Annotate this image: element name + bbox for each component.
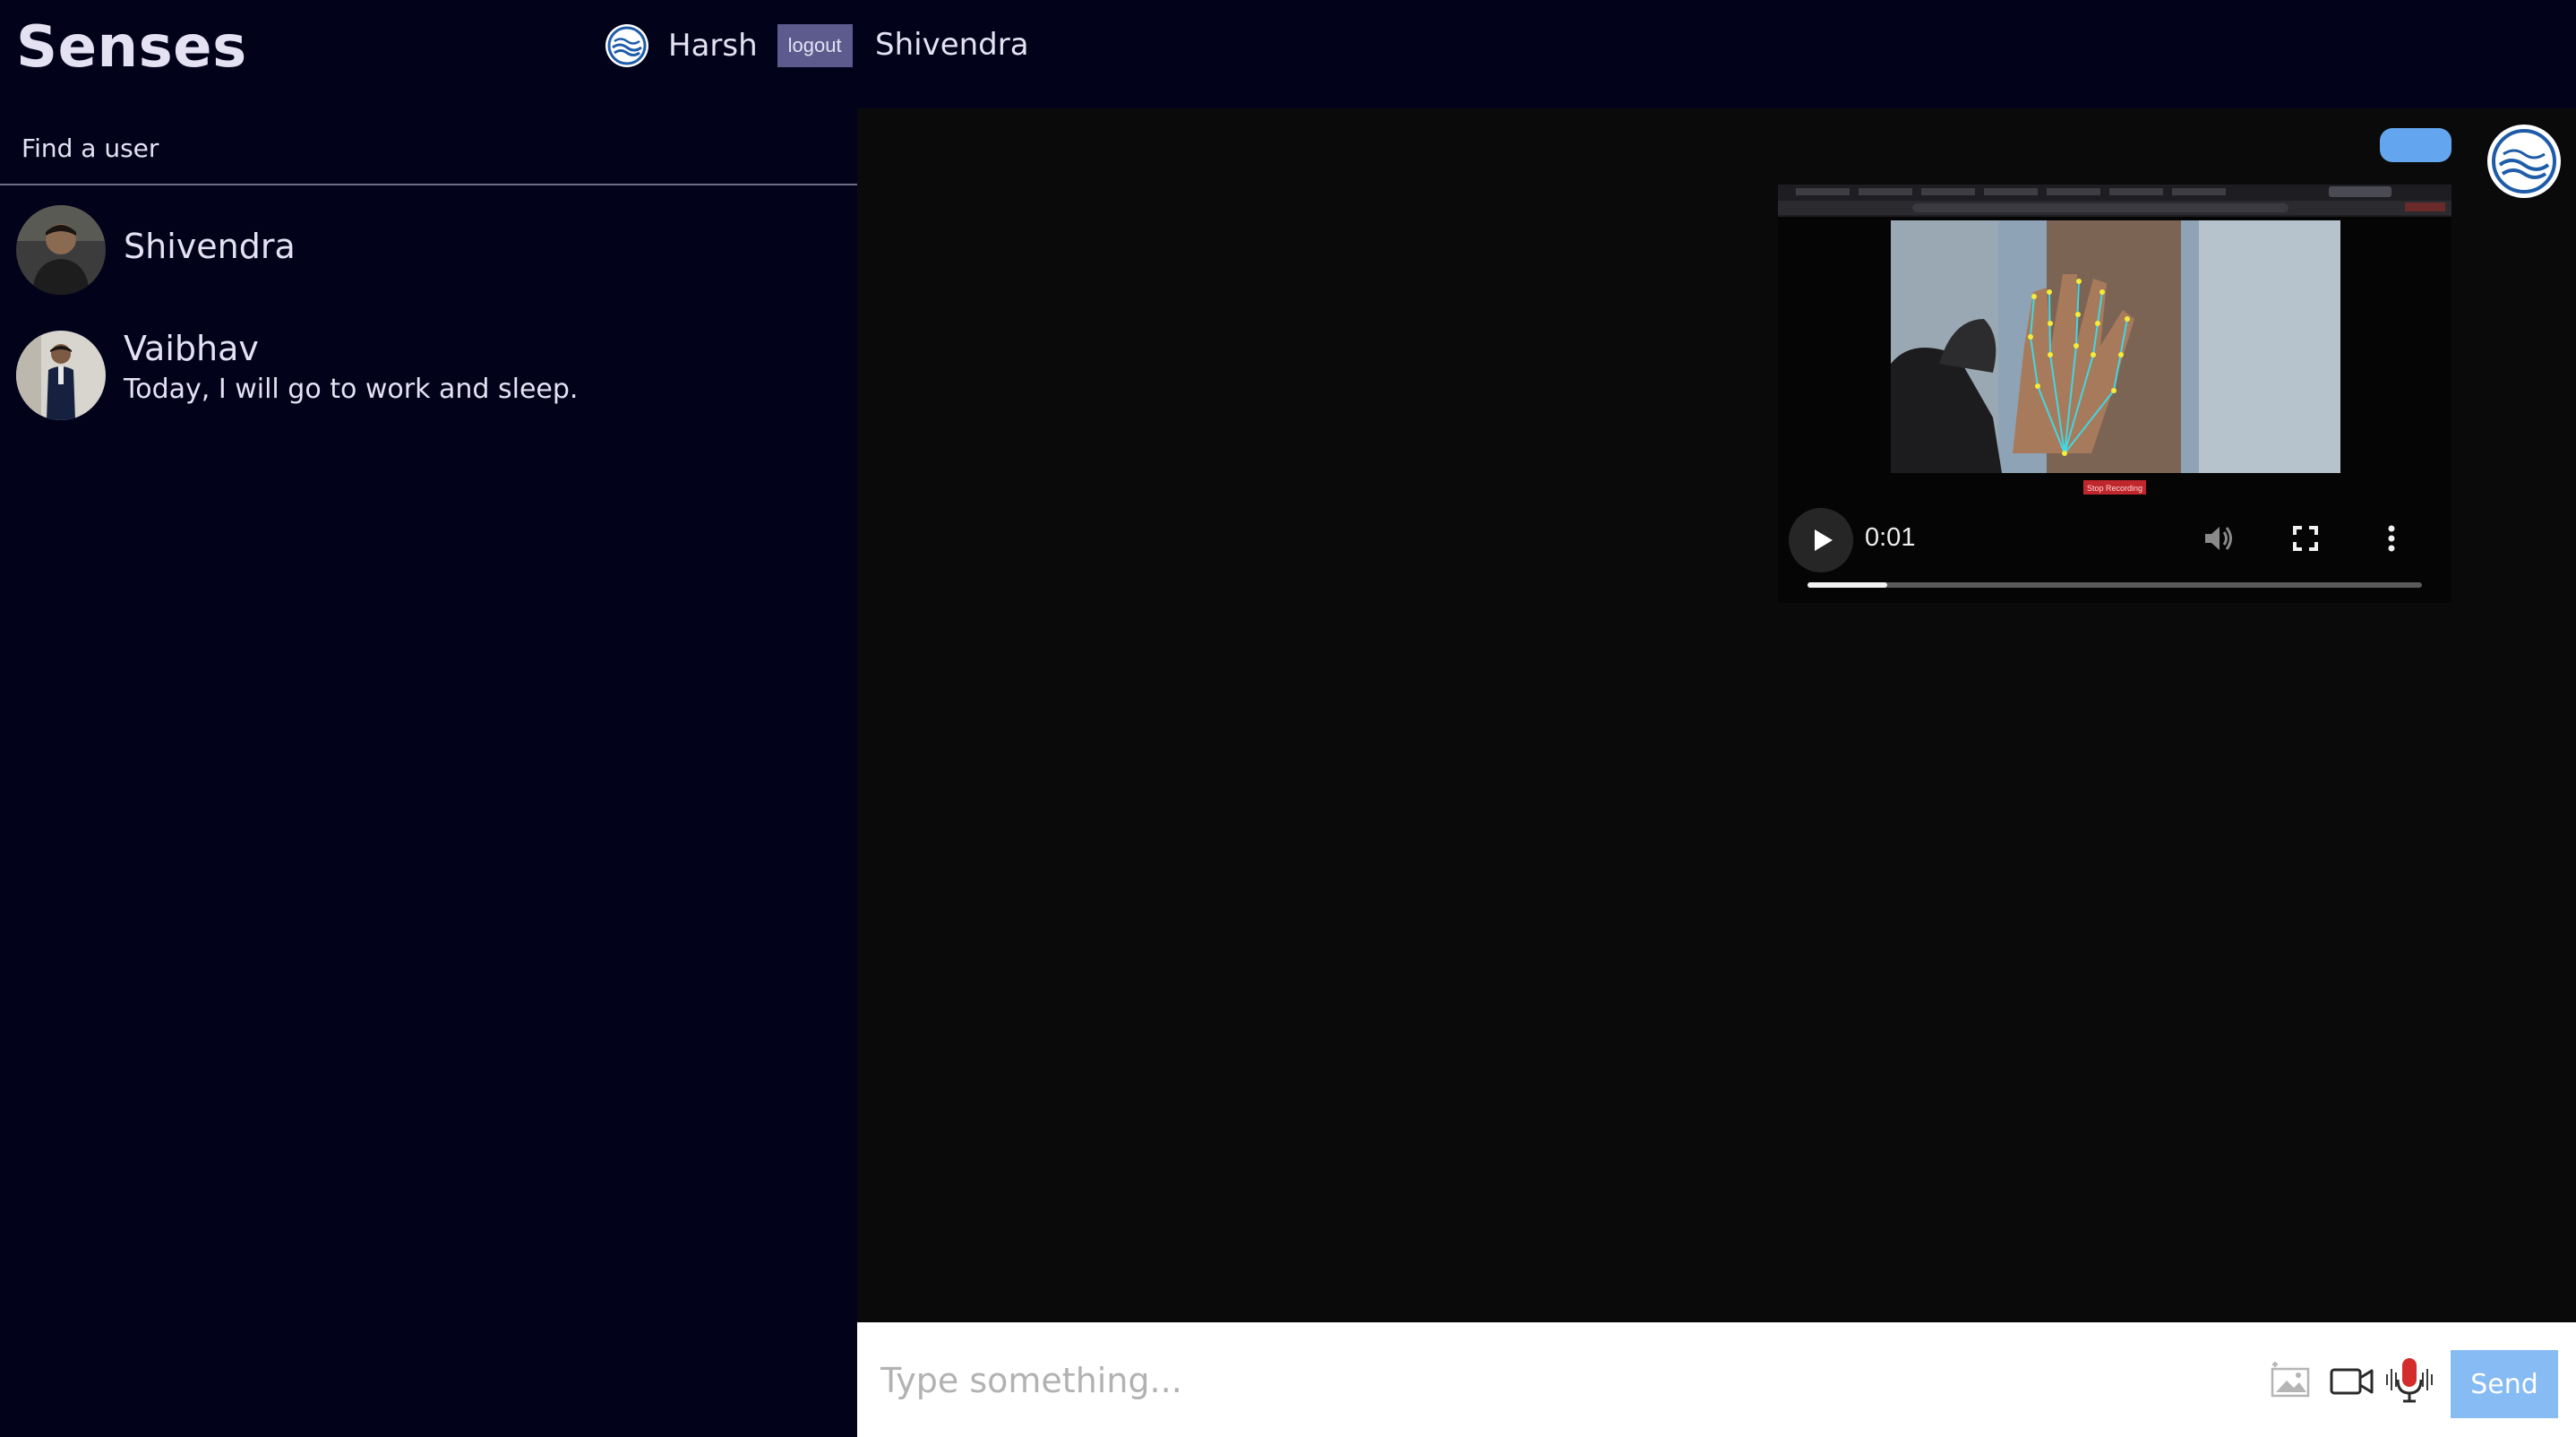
search-input[interactable] [20,128,829,168]
attach-video-button[interactable] [2327,1356,2377,1407]
video-controls: 0:01 [1778,505,2451,603]
send-button[interactable]: Send [2451,1350,2558,1418]
user-item-vaibhav[interactable]: Vaibhav Today, I will go to work and sle… [0,329,857,429]
video-progress-fill [1807,582,1888,588]
avatar [16,205,106,295]
user-photo-icon [16,205,106,295]
video-progress-bar[interactable] [1807,582,2422,588]
app-root: Senses Harsh logout Shivendra Find a use… [0,0,2576,1437]
play-button[interactable] [1789,508,1853,572]
current-user-name: Harsh [668,28,758,64]
video-camera-icon [2330,1368,2374,1395]
user-last-message: Today, I will go to work and sleep. [124,374,579,405]
video-message[interactable]: Stop Recording 0:01 [1778,185,2451,603]
microphone-icon [2386,1358,2433,1403]
user-item-shivendra[interactable]: Shivendra [0,198,857,298]
top-bar: Senses Harsh logout Shivendra [0,0,2576,108]
avatar [16,331,106,420]
more-options-button[interactable] [2370,517,2413,560]
volume-button[interactable] [2196,517,2239,560]
chat-title: Shivendra [875,27,1029,63]
user-name: Vaibhav [124,329,259,368]
fullscreen-icon [2293,526,2318,551]
message-bubble [2380,128,2451,162]
voice-record-button[interactable] [2384,1353,2434,1403]
brand-logo: Senses [16,14,247,81]
video-time: 0:01 [1865,523,1916,552]
stop-recording-label: Stop Recording [2087,484,2142,493]
current-user: Harsh logout [605,23,853,68]
fullscreen-button[interactable] [2284,517,2327,560]
more-vert-icon [2388,525,2395,552]
message-input[interactable] [879,1355,2226,1407]
video-frame: Stop Recording [1778,185,2451,495]
message-composer: Send [857,1322,2576,1437]
user-name: Shivendra [124,227,296,266]
philips-logo-icon [2488,125,2560,197]
sidebar: Shivendra Vaibhav Today, I will go to wo… [0,108,857,1437]
philips-logo-icon [606,25,648,66]
user-photo-icon [16,331,106,420]
search-box [0,108,857,185]
attach-image-button[interactable] [2267,1356,2317,1407]
current-user-avatar [605,24,648,67]
message-avatar [2487,125,2561,198]
play-icon [1815,529,1833,551]
volume-icon [2205,527,2232,550]
logout-button[interactable]: logout [777,24,853,67]
image-icon [2271,1362,2310,1398]
chat-area: Stop Recording 0:01 [857,108,2576,1322]
